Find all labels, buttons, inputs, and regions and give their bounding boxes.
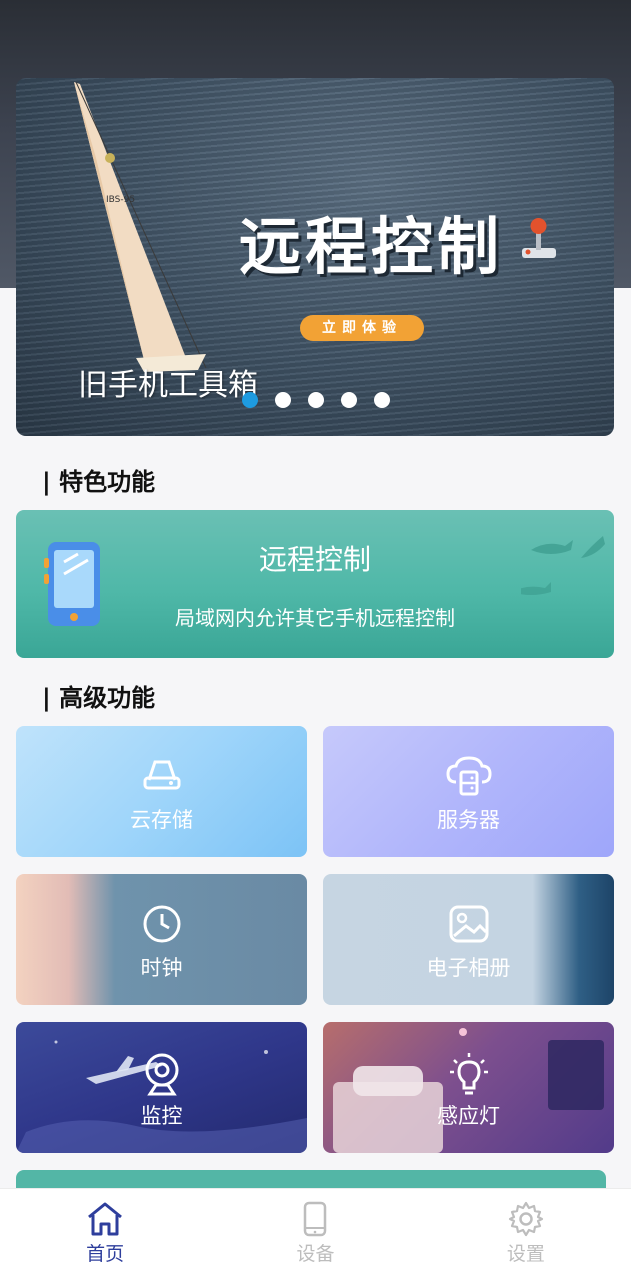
gear-icon [508, 1201, 543, 1237]
cloud-storage-tile[interactable]: 云存储 [16, 726, 307, 857]
camera-icon [145, 1053, 178, 1096]
tile-label: 感应灯 [437, 1104, 500, 1128]
tile-label: 监控 [140, 1104, 183, 1128]
monitor-tile[interactable]: 监控 [16, 1022, 307, 1153]
photo-album-tile[interactable]: 电子相册 [323, 874, 614, 1005]
bottom-navigation: 首页 设备 设置 [0, 1188, 631, 1281]
try-now-button[interactable]: 立即体验 [300, 315, 424, 341]
banner-carousel[interactable]: IBS-95 远程控制 立即体验 旧手机工具箱 [16, 78, 614, 436]
carousel-dot[interactable] [242, 392, 258, 408]
tile-label: 云存储 [130, 808, 193, 832]
device-icon [304, 1201, 327, 1237]
nav-home-label: 首页 [86, 1243, 125, 1265]
photo-album-icon [449, 905, 488, 943]
feature-card-title: 远程控制 [258, 543, 371, 576]
light-bulb-icon [449, 1053, 488, 1095]
server-tile[interactable]: 服务器 [323, 726, 614, 857]
server-icon [445, 756, 492, 796]
tile-label: 时钟 [140, 956, 183, 980]
banner-title: 远程控制 [238, 210, 503, 283]
sailboat-illustration: IBS-95 [74, 81, 207, 372]
sail-number: IBS-95 [106, 195, 135, 205]
home-icon [88, 1202, 123, 1236]
joystick-icon [522, 218, 556, 258]
carousel-dot[interactable] [308, 392, 324, 408]
nav-settings[interactable]: 设置 [421, 1189, 631, 1281]
featured-section-title: | 特色功能 [42, 468, 156, 496]
nav-home[interactable]: 首页 [0, 1189, 210, 1281]
advanced-section-title: | 高级功能 [42, 684, 156, 712]
clock-icon [143, 905, 180, 943]
remote-control-card[interactable]: 远程控制 局域网内允许其它手机远程控制 [16, 510, 614, 658]
nav-device-label: 设备 [296, 1243, 335, 1265]
clock-tile[interactable]: 时钟 [16, 874, 307, 1005]
carousel-indicators [242, 392, 390, 408]
tile-label: 电子相册 [426, 956, 511, 980]
nav-settings-label: 设置 [506, 1243, 545, 1265]
nav-device[interactable]: 设备 [210, 1189, 420, 1281]
feature-card-subtitle: 局域网内允许其它手机远程控制 [175, 606, 455, 630]
cloud-storage-icon [143, 760, 180, 790]
carousel-dot[interactable] [374, 392, 390, 408]
banner-caption: 旧手机工具箱 [78, 368, 258, 403]
carousel-dot[interactable] [275, 392, 291, 408]
sensor-light-tile[interactable]: 感应灯 [323, 1022, 614, 1153]
carousel-dot[interactable] [341, 392, 357, 408]
tile-label: 服务器 [437, 808, 500, 832]
